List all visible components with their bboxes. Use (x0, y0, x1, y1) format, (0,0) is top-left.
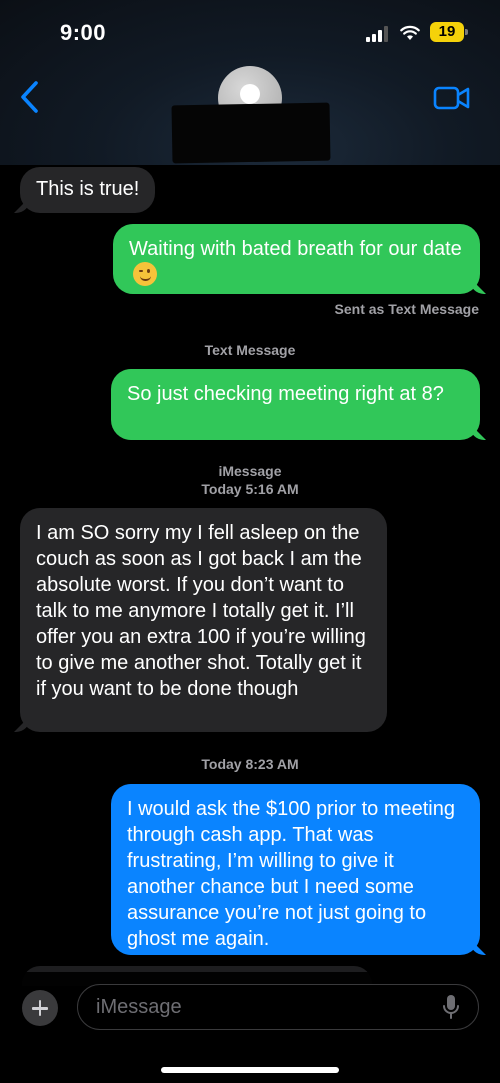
message-text: Waiting with bated breath for our date (129, 238, 462, 260)
home-indicator[interactable] (161, 1067, 339, 1073)
plus-icon[interactable] (22, 990, 58, 1026)
microphone-icon[interactable] (442, 993, 460, 1021)
cellular-signal-icon (366, 26, 388, 42)
status-bar: 9:00 19 (0, 0, 500, 60)
video-camera-icon[interactable] (433, 85, 471, 111)
conversation-header: 9:00 19 (0, 0, 500, 165)
timestamp: Today 5:16 AM (201, 481, 299, 497)
outgoing-imessage[interactable]: I would ask the $100 prior to meeting th… (111, 784, 480, 955)
status-time: 9:00 (60, 20, 107, 45)
service-label: Text Message (204, 342, 296, 358)
avatar-silhouette (240, 84, 260, 104)
winking-face-icon (133, 262, 157, 286)
incoming-message[interactable]: This is true! (20, 167, 156, 213)
message-text: I am SO sorry my I fell asleep on the co… (36, 522, 366, 700)
sent-as-text-note: Sent as Text Message (334, 301, 479, 317)
chevron-left-icon[interactable] (18, 80, 42, 114)
incoming-message[interactable]: I am SO sorry my I fell asleep on the co… (20, 508, 387, 732)
message-text: I would ask the $100 prior to meeting th… (127, 798, 455, 950)
wifi-icon (400, 25, 420, 40)
outgoing-sms-message[interactable]: Waiting with bated breath for our date (113, 224, 480, 294)
redacted-contact-name (171, 102, 331, 164)
timestamp: Today 8:23 AM (201, 756, 299, 772)
service-label: iMessage (218, 463, 282, 479)
battery-icon: 19 (430, 22, 468, 42)
message-text: This is true! (36, 178, 140, 200)
message-input[interactable] (77, 984, 479, 1030)
message-text: So just checking meeting right at 8? (127, 383, 444, 405)
outgoing-sms-message[interactable]: So just checking meeting right at 8? (111, 369, 480, 440)
